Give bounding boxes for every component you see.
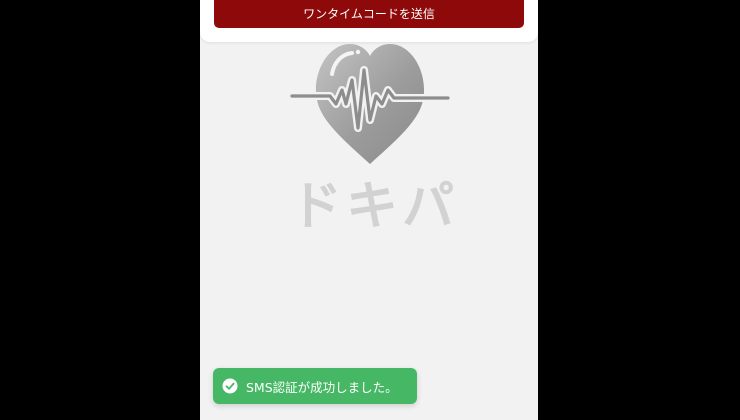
check-circle-icon bbox=[222, 378, 238, 394]
send-otp-button[interactable]: ワンタイムコードを送信 bbox=[214, 0, 524, 28]
app-logo: ドキパ bbox=[288, 40, 459, 240]
top-card: ワンタイムコードを送信 bbox=[200, 0, 538, 42]
success-toast: SMS認証が成功しました。 bbox=[213, 368, 417, 404]
phone-screen: ワンタイムコードを送信 ドキパ SMS認証が成功しました。 bbox=[200, 0, 538, 420]
logo-text: ドキパ bbox=[290, 176, 459, 237]
toast-message: SMS認証が成功しました。 bbox=[246, 379, 398, 395]
heart-pulse-icon bbox=[288, 44, 452, 164]
